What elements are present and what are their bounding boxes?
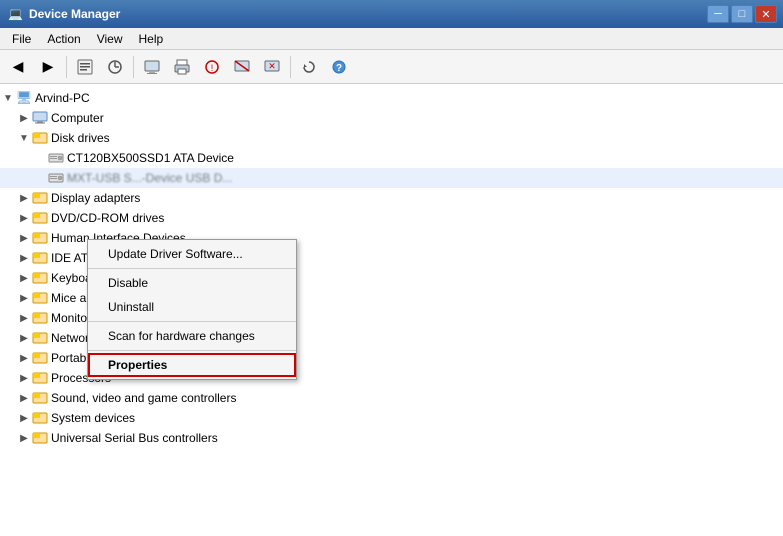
title-bar: 💻 Device Manager ─ □ ✕ <box>0 0 783 28</box>
tree-item-usb[interactable]: ▶ Universal Serial Bus controllers <box>0 428 783 448</box>
toolbar: ◀ ▶ ! <box>0 50 783 84</box>
minimize-button[interactable]: ─ <box>707 5 729 23</box>
toolbar-uninstall[interactable]: ✕ <box>258 54 286 80</box>
tree-item-usb-device[interactable]: ▶ MXT-USB S...-Device USB D... <box>0 168 783 188</box>
toolbar-sep-2 <box>133 56 134 78</box>
title-icon: 💻 <box>8 7 23 21</box>
icon-hid <box>32 230 48 246</box>
toolbar-print[interactable] <box>168 54 196 80</box>
ctx-sep-3 <box>88 350 296 351</box>
toolbar-forward[interactable]: ▶ <box>34 54 62 80</box>
tree-item-display[interactable]: ▶ Display adapters <box>0 188 783 208</box>
expander-sound[interactable]: ▶ <box>16 390 32 406</box>
expander-portable[interactable]: ▶ <box>16 350 32 366</box>
tree-item-root[interactable]: ▼ 🖥 Arvind-PC <box>0 88 783 108</box>
icon-dvd <box>32 210 48 226</box>
expander-root[interactable]: ▼ <box>0 90 16 106</box>
expander-disk-drives[interactable]: ▼ <box>16 130 32 146</box>
icon-usb-device <box>48 170 64 186</box>
icon-processors <box>32 370 48 386</box>
tree-item-ssd[interactable]: ▶ CT120BX500SSD1 ATA Device <box>0 148 783 168</box>
expander-dvd[interactable]: ▶ <box>16 210 32 226</box>
toolbar-scan[interactable] <box>101 54 129 80</box>
icon-usb <box>32 430 48 446</box>
icon-computer: 🖥 <box>16 90 32 106</box>
icon-sound <box>32 390 48 406</box>
icon-computer-node <box>32 110 48 126</box>
maximize-button[interactable]: □ <box>731 5 753 23</box>
menu-view[interactable]: View <box>89 30 131 48</box>
ctx-scan[interactable]: Scan for hardware changes <box>88 324 296 348</box>
expander-hid[interactable]: ▶ <box>16 230 32 246</box>
expander-computer[interactable]: ▶ <box>16 110 32 126</box>
svg-text:!: ! <box>211 63 214 73</box>
tree-panel[interactable]: ▼ 🖥 Arvind-PC ▶ Computer ▼ <box>0 84 783 536</box>
label-usb: Universal Serial Bus controllers <box>51 428 218 448</box>
svg-text:?: ? <box>336 63 342 74</box>
toolbar-sep-1 <box>66 56 67 78</box>
main-content: ▼ 🖥 Arvind-PC ▶ Computer ▼ <box>0 84 783 536</box>
expander-network[interactable]: ▶ <box>16 330 32 346</box>
title-bar-buttons: ─ □ ✕ <box>707 5 777 23</box>
icon-disk-drives <box>32 130 48 146</box>
context-menu: Update Driver Software... Disable Uninst… <box>87 239 297 380</box>
label-disk-drives: Disk drives <box>51 128 110 148</box>
expander-usb[interactable]: ▶ <box>16 430 32 446</box>
icon-keyboards <box>32 270 48 286</box>
label-computer: Computer <box>51 108 104 128</box>
expander-keyboards[interactable]: ▶ <box>16 270 32 286</box>
toolbar-disable[interactable] <box>228 54 256 80</box>
icon-network <box>32 330 48 346</box>
label-display: Display adapters <box>51 188 140 208</box>
toolbar-sep-3 <box>290 56 291 78</box>
ctx-uninstall[interactable]: Uninstall <box>88 295 296 319</box>
title-bar-left: 💻 Device Manager <box>8 7 120 21</box>
expander-system[interactable]: ▶ <box>16 410 32 426</box>
label-sound: Sound, video and game controllers <box>51 388 236 408</box>
icon-display <box>32 190 48 206</box>
svg-text:✕: ✕ <box>268 61 276 71</box>
expander-mice[interactable]: ▶ <box>16 290 32 306</box>
tree-item-system[interactable]: ▶ System devices <box>0 408 783 428</box>
expander-display[interactable]: ▶ <box>16 190 32 206</box>
ctx-sep-1 <box>88 268 296 269</box>
menu-help[interactable]: Help <box>131 30 172 48</box>
expander-processors[interactable]: ▶ <box>16 370 32 386</box>
toolbar-update[interactable]: ! <box>198 54 226 80</box>
toolbar-properties[interactable] <box>71 54 99 80</box>
label-usb-device: MXT-USB S...-Device USB D... <box>67 168 232 188</box>
toolbar-refresh[interactable] <box>295 54 323 80</box>
ctx-update-driver[interactable]: Update Driver Software... <box>88 242 296 266</box>
label-root: Arvind-PC <box>35 88 90 108</box>
ctx-properties[interactable]: Properties <box>88 353 296 377</box>
menu-file[interactable]: File <box>4 30 39 48</box>
ctx-disable[interactable]: Disable <box>88 271 296 295</box>
tree-item-disk-drives[interactable]: ▼ Disk drives <box>0 128 783 148</box>
menu-action[interactable]: Action <box>39 30 88 48</box>
toolbar-back[interactable]: ◀ <box>4 54 32 80</box>
icon-system <box>32 410 48 426</box>
close-button[interactable]: ✕ <box>755 5 777 23</box>
tree-item-dvd[interactable]: ▶ DVD/CD-ROM drives <box>0 208 783 228</box>
icon-monitors <box>32 310 48 326</box>
tree-item-sound[interactable]: ▶ Sound, video and game controllers <box>0 388 783 408</box>
icon-portable <box>32 350 48 366</box>
expander-monitors[interactable]: ▶ <box>16 310 32 326</box>
tree-item-computer[interactable]: ▶ Computer <box>0 108 783 128</box>
title-text: Device Manager <box>29 7 120 21</box>
toolbar-help[interactable]: ? <box>325 54 353 80</box>
expander-ide[interactable]: ▶ <box>16 250 32 266</box>
toolbar-computer[interactable] <box>138 54 166 80</box>
label-dvd: DVD/CD-ROM drives <box>51 208 164 228</box>
icon-ide <box>32 250 48 266</box>
icon-mice <box>32 290 48 306</box>
icon-ssd <box>48 150 64 166</box>
label-ssd: CT120BX500SSD1 ATA Device <box>67 148 234 168</box>
menu-bar: File Action View Help <box>0 28 783 50</box>
ctx-sep-2 <box>88 321 296 322</box>
label-system: System devices <box>51 408 135 428</box>
